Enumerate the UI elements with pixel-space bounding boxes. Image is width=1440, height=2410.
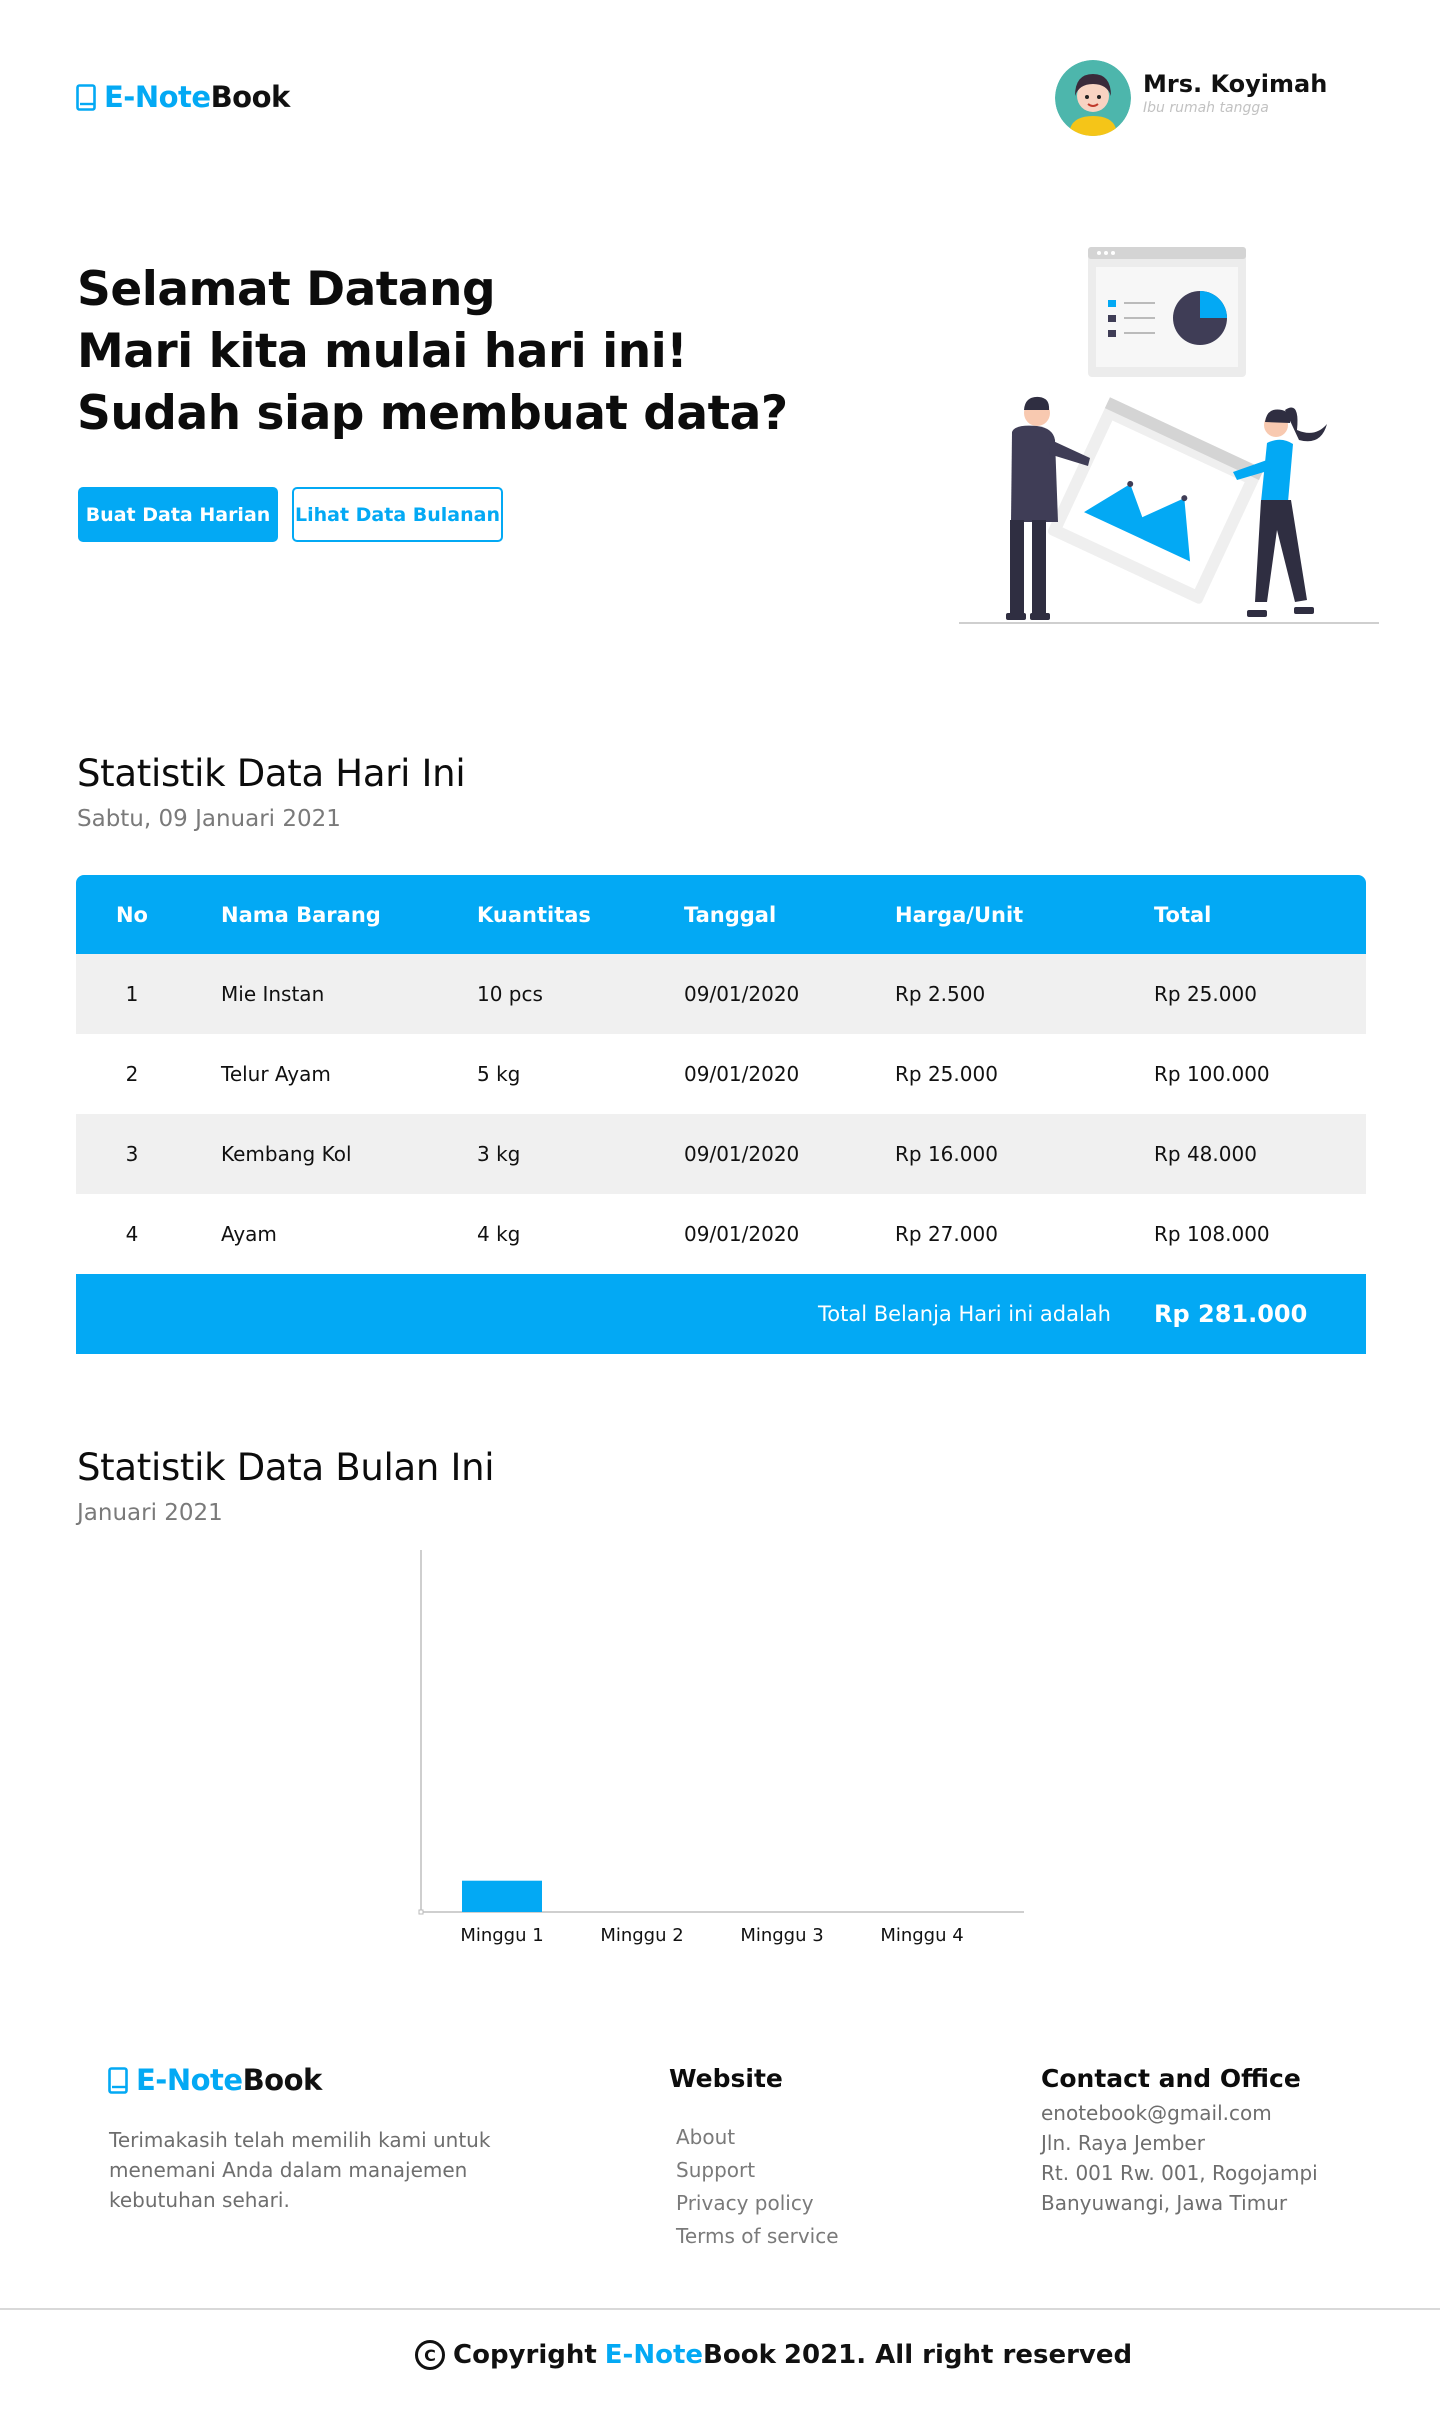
daily-stats-date: Sabtu, 09 Januari 2021 bbox=[77, 806, 341, 832]
table-row: 2 Telur Ayam 5 kg 09/01/2020 Rp 25.000 R… bbox=[76, 1034, 1366, 1114]
cell-unit-price: Rp 2.500 bbox=[895, 982, 986, 1006]
book-icon bbox=[108, 2066, 128, 2094]
hero-line-3: Sudah siap membuat data? bbox=[77, 386, 788, 441]
cell-date: 09/01/2020 bbox=[684, 982, 800, 1006]
x-tick-label: Minggu 4 bbox=[880, 1925, 963, 1946]
copyright-icon: C bbox=[415, 2340, 445, 2370]
logo-text-part2: Book bbox=[210, 80, 291, 114]
user-name: Mrs. Koyimah bbox=[1143, 70, 1328, 98]
logo-text-part1: E-Note bbox=[104, 80, 211, 114]
chart-bar-1 bbox=[462, 1880, 542, 1912]
total-value: Rp 281.000 bbox=[1154, 1300, 1308, 1328]
copyright-suffix: 2021. All right reserved bbox=[783, 2340, 1133, 2370]
cell-quantity: 10 pcs bbox=[477, 982, 543, 1006]
cell-no: 3 bbox=[125, 1142, 139, 1166]
hero-illustration bbox=[959, 247, 1379, 624]
daily-stats-title: Statistik Data Hari Ini bbox=[77, 752, 466, 795]
copyright-notice: C Copyright E-NoteBook 2021. All right r… bbox=[415, 2340, 1132, 2370]
cell-date: 09/01/2020 bbox=[684, 1222, 800, 1246]
monthly-stats-month: Januari 2021 bbox=[77, 1500, 223, 1526]
tagline-line: kebutuhan sehari. bbox=[109, 2188, 290, 2212]
table-header: No Nama Barang Kuantitas Tanggal Harga/U… bbox=[76, 875, 1366, 954]
hero-heading: Selamat Datang Mari kita mulai hari ini!… bbox=[77, 259, 788, 445]
hero-line-2: Mari kita mulai hari ini! bbox=[77, 324, 688, 379]
cell-total: Rp 48.000 bbox=[1154, 1142, 1257, 1166]
copyright-brand-part2: Book bbox=[703, 2340, 776, 2370]
cell-item: Telur Ayam bbox=[221, 1062, 331, 1086]
copyright-prefix: Copyright bbox=[453, 2340, 597, 2370]
axis-origin-marker bbox=[418, 1909, 424, 1915]
cell-total: Rp 25.000 bbox=[1154, 982, 1257, 1006]
x-tick-label: Minggu 2 bbox=[600, 1925, 683, 1946]
book-icon bbox=[76, 83, 96, 111]
cell-quantity: 5 kg bbox=[477, 1062, 521, 1086]
user-role: Ibu rumah tangga bbox=[1143, 100, 1269, 116]
cell-unit-price: Rp 25.000 bbox=[895, 1062, 998, 1086]
total-label: Total Belanja Hari ini adalah bbox=[818, 1302, 1111, 1326]
footer-link-terms[interactable]: Terms of service bbox=[676, 2220, 839, 2253]
header-logo[interactable]: E-NoteBook bbox=[76, 80, 290, 114]
footer-tagline: Terimakasih telah memilih kami untuk men… bbox=[109, 2125, 490, 2215]
logo-text-part2: Book bbox=[242, 2063, 323, 2097]
cell-quantity: 3 kg bbox=[477, 1142, 521, 1166]
daily-table: No Nama Barang Kuantitas Tanggal Harga/U… bbox=[76, 875, 1366, 1354]
table-total-row: Total Belanja Hari ini adalah Rp 281.000 bbox=[76, 1274, 1366, 1354]
website-links: About Support Privacy policy Terms of se… bbox=[676, 2121, 839, 2253]
contact-address-line: Rt. 001 Rw. 001, Rogojampi bbox=[1041, 2161, 1318, 2185]
hero-line-1: Selamat Datang bbox=[77, 262, 496, 317]
x-tick-label: Minggu 3 bbox=[740, 1925, 823, 1946]
cell-item: Ayam bbox=[221, 1222, 277, 1246]
cell-item: Mie Instan bbox=[221, 982, 325, 1006]
user-info: Mrs. Koyimah Ibu rumah tangga bbox=[1143, 70, 1327, 116]
column-header-item: Nama Barang bbox=[221, 902, 381, 927]
monthly-stats-title: Statistik Data Bulan Ini bbox=[77, 1446, 495, 1489]
footer-link-about[interactable]: About bbox=[676, 2121, 839, 2154]
table-row: 1 Mie Instan 10 pcs 09/01/2020 Rp 2.500 … bbox=[76, 954, 1366, 1034]
cell-date: 09/01/2020 bbox=[684, 1142, 800, 1166]
contact-info: enotebook@gmail.com Jln. Raya Jember Rt.… bbox=[1041, 2098, 1318, 2218]
cell-no: 1 bbox=[125, 982, 139, 1006]
column-header-no: No bbox=[115, 902, 148, 927]
footer-logo[interactable]: E-NoteBook bbox=[108, 2063, 322, 2097]
cell-date: 09/01/2020 bbox=[684, 1062, 800, 1086]
website-heading: Website bbox=[669, 2064, 783, 2093]
cell-quantity: 4 kg bbox=[477, 1222, 521, 1246]
cell-total: Rp 100.000 bbox=[1154, 1062, 1270, 1086]
logo-text-part1: E-Note bbox=[136, 2063, 243, 2097]
column-header-total: Total bbox=[1154, 902, 1212, 927]
tagline-line: menemani Anda dalam manajemen bbox=[109, 2158, 468, 2182]
footer-link-privacy[interactable]: Privacy policy bbox=[676, 2187, 839, 2220]
x-tick-label: Minggu 1 bbox=[460, 1925, 543, 1946]
tagline-line: Terimakasih telah memilih kami untuk bbox=[109, 2128, 491, 2152]
contact-email[interactable]: enotebook@gmail.com bbox=[1041, 2098, 1318, 2128]
view-monthly-data-button[interactable]: Lihat Data Bulanan bbox=[292, 487, 503, 542]
table-row: 4 Ayam 4 kg 09/01/2020 Rp 27.000 Rp 108.… bbox=[76, 1194, 1366, 1274]
column-header-unit-price: Harga/Unit bbox=[895, 902, 1024, 927]
table-row: 3 Kembang Kol 3 kg 09/01/2020 Rp 16.000 … bbox=[76, 1114, 1366, 1194]
cell-unit-price: Rp 27.000 bbox=[895, 1222, 998, 1246]
contact-heading: Contact and Office bbox=[1041, 2064, 1301, 2093]
cell-no: 2 bbox=[125, 1062, 139, 1086]
cell-total: Rp 108.000 bbox=[1154, 1222, 1270, 1246]
create-daily-data-button[interactable]: Buat Data Harian bbox=[78, 487, 278, 542]
footer-link-support[interactable]: Support bbox=[676, 2154, 839, 2187]
column-header-date: Tanggal bbox=[684, 902, 777, 927]
column-header-quantity: Kuantitas bbox=[477, 902, 591, 927]
monthly-bar-chart: Minggu 1 Minggu 2 Minggu 3 Minggu 4 bbox=[418, 1550, 1024, 1946]
contact-address-line: Jln. Raya Jember bbox=[1041, 2131, 1205, 2155]
contact-address-line: Banyuwangi, Jawa Timur bbox=[1041, 2191, 1288, 2215]
cell-item: Kembang Kol bbox=[221, 1142, 352, 1166]
avatar[interactable] bbox=[1055, 60, 1131, 136]
cell-no: 4 bbox=[125, 1222, 139, 1246]
copyright-brand-part1: E-Note bbox=[604, 2340, 704, 2370]
cell-unit-price: Rp 16.000 bbox=[895, 1142, 998, 1166]
footer-divider bbox=[0, 2308, 1440, 2310]
